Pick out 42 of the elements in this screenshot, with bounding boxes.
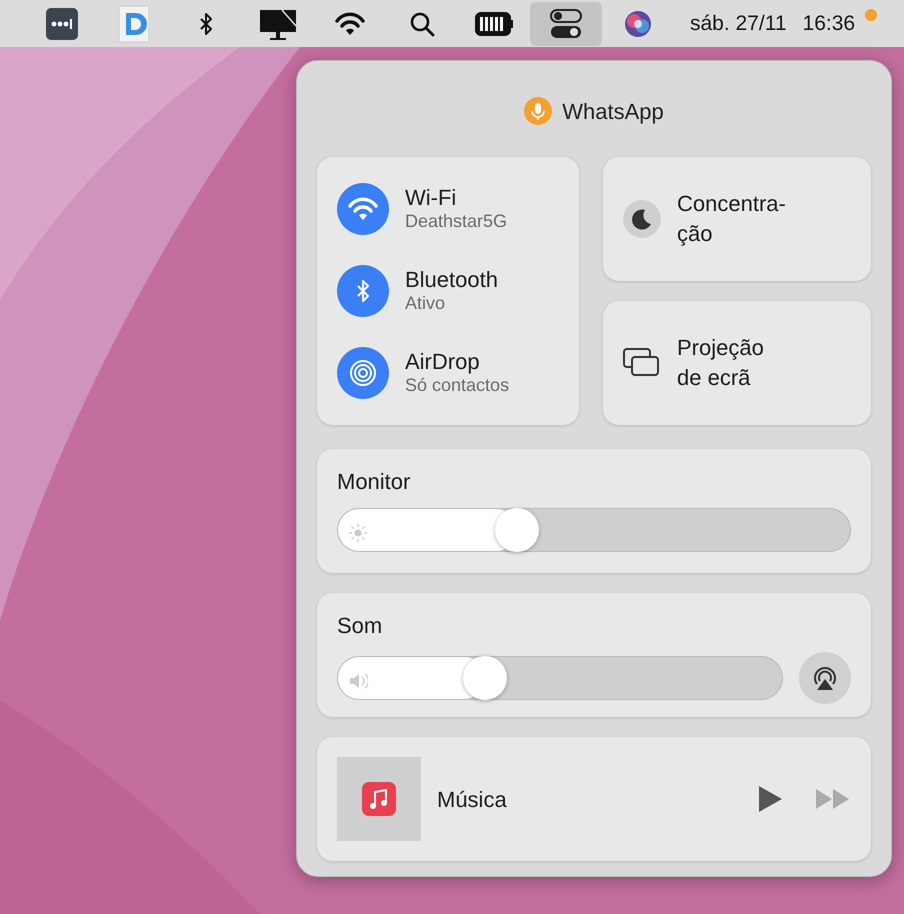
speaker-icon: [348, 670, 368, 691]
microphone-icon: [524, 97, 552, 125]
toggle-label: Bluetooth: [405, 267, 498, 294]
sound-slider[interactable]: [337, 656, 783, 700]
toggle-icon[interactable]: [550, 8, 582, 38]
airplay-icon: [811, 664, 839, 692]
menu-bar-clock: 16:36: [802, 10, 856, 37]
slider-title: Som: [337, 612, 384, 640]
slider-thumb[interactable]: [462, 656, 507, 700]
menu-bar-date: sáb. 27/11: [690, 10, 787, 37]
brightness-icon: [348, 522, 368, 543]
bluetooth-toggle[interactable]: [337, 265, 389, 317]
tile-label: Concentra- ção: [677, 190, 786, 248]
toggle-status: Só contactos: [405, 375, 510, 397]
app-name: WhatsApp: [562, 98, 664, 126]
more-icon[interactable]: [45, 6, 79, 40]
toggle-label: AirDrop: [405, 349, 481, 376]
play-button[interactable]: [757, 785, 783, 813]
battery-icon[interactable]: [474, 10, 514, 36]
wifi-icon: [347, 196, 379, 222]
wifi-icon[interactable]: [334, 10, 366, 36]
airplay-button[interactable]: [799, 652, 851, 704]
tile-label: Projeção de ecrã: [677, 334, 764, 392]
airdrop-icon: [349, 359, 377, 387]
focus-tile[interactable]: Concentra- ção: [603, 157, 871, 281]
orb-icon[interactable]: [624, 10, 652, 38]
airdrop-toggle[interactable]: [337, 347, 389, 399]
toggle-label: Wi-Fi: [405, 185, 458, 212]
display-slider[interactable]: [337, 508, 851, 552]
slider-title: Monitor: [337, 468, 412, 496]
music-note-icon: [362, 782, 396, 816]
mirroring-tile[interactable]: Projeção de ecrã: [603, 301, 871, 425]
moon-icon: [623, 200, 661, 238]
track-title: Música: [437, 786, 508, 814]
document-icon[interactable]: [116, 4, 152, 42]
toggle-status: Ativo: [405, 293, 446, 315]
wifi-toggle[interactable]: [337, 183, 389, 235]
slider-thumb[interactable]: [495, 508, 540, 552]
toggle-status: Deathstar5G: [405, 211, 508, 233]
recording-dot-icon: [865, 9, 878, 22]
screens-icon: [623, 348, 661, 378]
search-icon[interactable]: [409, 10, 435, 36]
